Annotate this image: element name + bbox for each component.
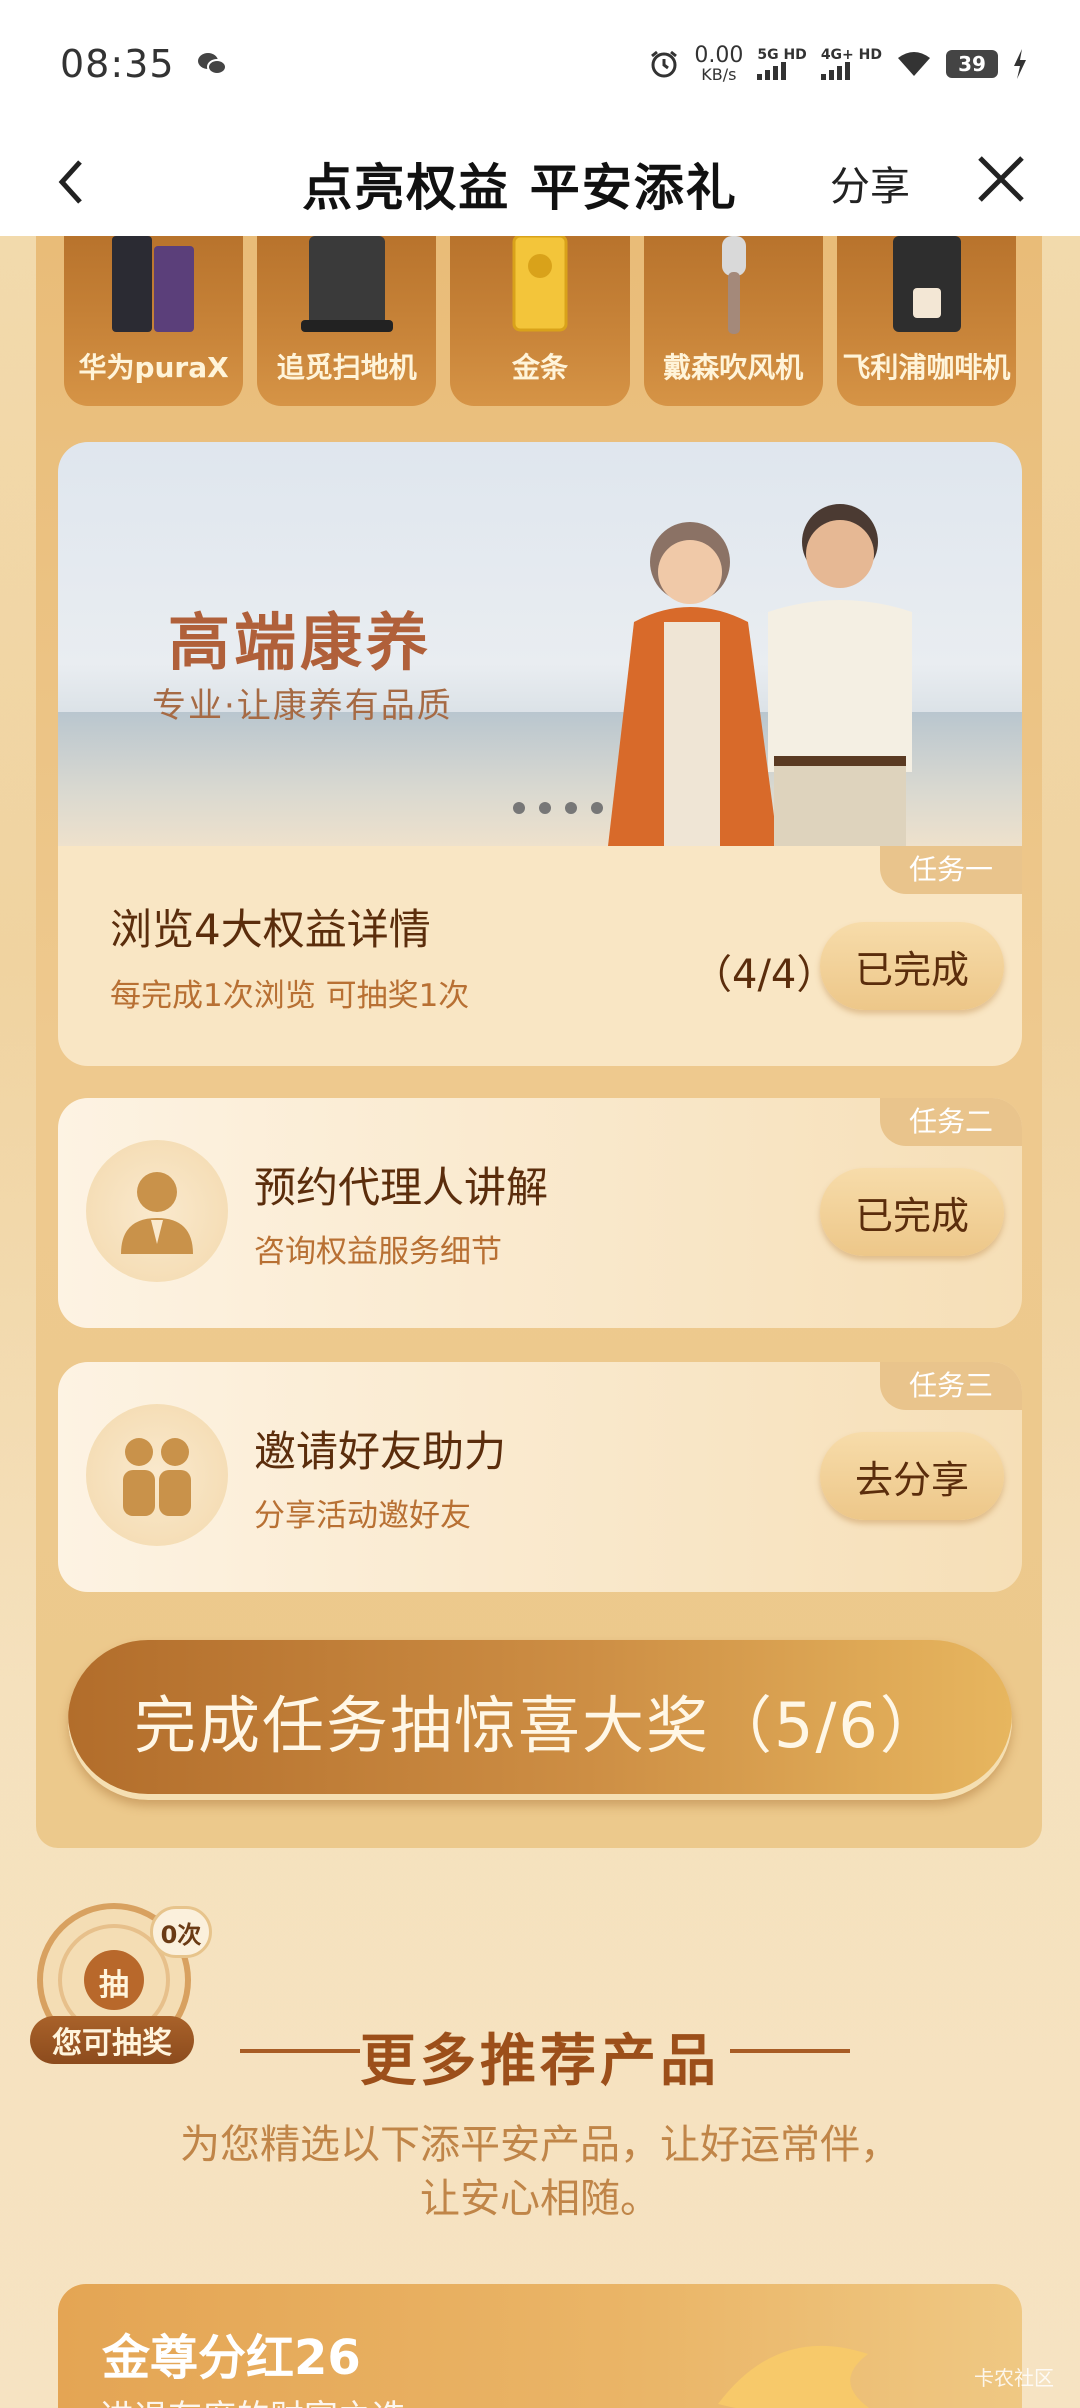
- share-button[interactable]: 分享: [830, 154, 910, 212]
- banner-headline: 高端康养: [168, 606, 433, 679]
- koi-fish-image: [718, 2345, 869, 2408]
- carousel-indicator: [513, 802, 603, 814]
- share-task-button[interactable]: 去分享: [820, 1432, 1004, 1520]
- task-card-2: 任务二 预约代理人讲解 咨询权益服务细节 已完成: [58, 1098, 1022, 1328]
- task-completed-button[interactable]: 已完成: [820, 1168, 1004, 1256]
- status-bar: 08:35 0.00 KB/s 5G HD 4G+ HD 39: [0, 0, 1080, 128]
- agent-icon: [121, 1172, 193, 1254]
- task-title: 浏览4大权益详情: [110, 905, 431, 954]
- charging-icon: [1014, 49, 1026, 79]
- task-subtitle: 咨询权益服务细节: [254, 1234, 502, 1270]
- product-subtitle: 进退有度的财富之选: [100, 2390, 406, 2408]
- promo-banner[interactable]: 高端康养 专业·让康养有品质: [58, 442, 1022, 846]
- prize-item[interactable]: 飞利浦咖啡机: [836, 236, 1017, 406]
- prize-item[interactable]: 追觅扫地机: [257, 236, 437, 406]
- task-card-1: 任务一 浏览4大权益详情 每完成1次浏览 可抽奖1次 （4/4） 已完成: [58, 846, 1022, 1066]
- coffee-machine-image: [892, 236, 961, 332]
- draw-prize-button[interactable]: 完成任务抽惊喜大奖（5/6）: [68, 1640, 1012, 1800]
- gold-bar-image: [512, 236, 568, 332]
- wifi-icon: [898, 52, 930, 76]
- page-title: 点亮权益 平安添礼: [302, 159, 738, 217]
- lottery-char: 抽: [99, 1968, 129, 2003]
- activity-panel: 华为puraX 追觅扫地机 金条 戴森吹风机 飞利浦咖啡机 高端康养 专业·让康…: [36, 236, 1042, 1848]
- phone-image: [112, 236, 194, 332]
- agent-avatar: [86, 1140, 228, 1282]
- robot-vacuum-image: [301, 236, 394, 332]
- close-icon[interactable]: [974, 152, 1028, 206]
- watermark: 卡农社区: [974, 2366, 1054, 2390]
- prize-item[interactable]: 华为puraX: [64, 236, 244, 406]
- prize-item[interactable]: 金条: [450, 236, 630, 406]
- task-subtitle: 每完成1次浏览 可抽奖1次: [110, 978, 470, 1014]
- task-tag: 任务一: [880, 846, 1022, 894]
- couple-photo: [608, 504, 912, 846]
- lottery-count-badge: 0次: [150, 1906, 212, 1958]
- wechat-icon: [197, 53, 227, 75]
- friends-avatar: [86, 1404, 228, 1546]
- section-subtitle: 为您精选以下添平安产品，让好运常伴， 让安心相随。: [180, 2122, 900, 2222]
- battery-indicator: 39: [946, 50, 998, 78]
- hair-dryer-image: [721, 236, 746, 334]
- task-completed-button[interactable]: 已完成: [820, 922, 1004, 1010]
- alarm-icon: [651, 50, 678, 78]
- task-subtitle: 分享活动邀好友: [254, 1498, 471, 1534]
- task-tag: 任务三: [880, 1362, 1022, 1410]
- task-tag: 任务二: [880, 1098, 1022, 1146]
- task-title: 邀请好友助力: [254, 1427, 507, 1476]
- status-time: 08:35: [60, 42, 175, 86]
- task-card-3: 任务三 邀请好友助力 分享活动邀好友 去分享: [58, 1362, 1022, 1592]
- prize-row: 华为puraX 追觅扫地机 金条 戴森吹风机 飞利浦咖啡机: [64, 236, 1017, 406]
- prize-item[interactable]: 戴森吹风机: [643, 236, 823, 406]
- friends-icon: [123, 1438, 191, 1516]
- network-speed: 0.00 KB/s: [694, 43, 744, 84]
- product-title: 金尊分红26: [102, 2330, 361, 2386]
- nav-bar: 点亮权益 平安添礼 分享: [0, 128, 1080, 236]
- product-card[interactable]: 金尊分红26 进退有度的财富之选: [58, 2284, 1022, 2408]
- task-progress: （4/4）: [692, 952, 837, 998]
- signal-sim2: 4G+ HD: [820, 48, 882, 80]
- banner-subtitle: 专业·让康养有品质: [152, 686, 453, 726]
- section-title: 更多推荐产品: [360, 2029, 720, 2094]
- signal-sim1: 5G HD: [757, 48, 807, 80]
- task-title: 预约代理人讲解: [254, 1163, 549, 1212]
